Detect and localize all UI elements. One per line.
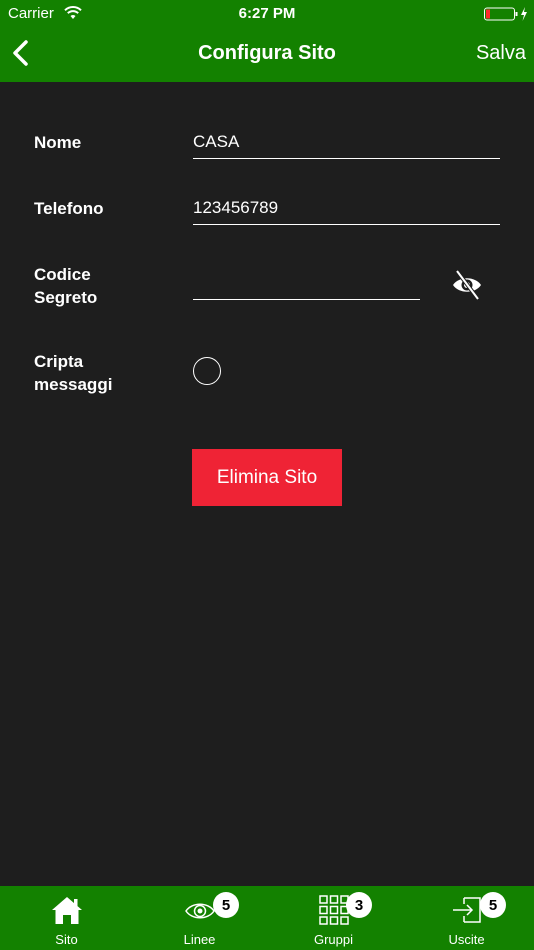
tab-label: Linee [183, 932, 216, 947]
home-icon [51, 897, 82, 924]
status-bar: Carrier 6:27 PM [0, 0, 534, 28]
secret-code-label-line1: Codice [34, 265, 91, 284]
name-label: Nome [34, 133, 82, 152]
grid-icon [318, 895, 349, 925]
exit-icon [452, 897, 481, 923]
clock: 6:27 PM [238, 5, 296, 22]
secret-code-label-line2: Segreto [34, 288, 98, 307]
tab-label: Gruppi [313, 932, 354, 947]
encrypt-messages-label: Cripta messaggi [34, 350, 112, 396]
tab-linee[interactable]: 5 Linee [133, 886, 266, 950]
battery-icon [484, 7, 527, 21]
tab-gruppi[interactable]: 3 Gruppi [267, 886, 400, 950]
save-button[interactable]: Salva [476, 42, 526, 65]
tab-label: Sito [55, 932, 78, 947]
encrypt-messages-label-line2: messaggi [34, 375, 113, 394]
eye-off-icon[interactable] [451, 268, 483, 302]
header: Carrier 6:27 PM Configura Sito Salva [0, 0, 534, 82]
tab-badge: 5 [213, 892, 239, 918]
phone-label: Telefono [34, 199, 104, 218]
tab-bar: Sito 5 Linee 3 Gruppi 5 Uscite [0, 886, 534, 950]
nav-bar: Configura Sito Salva [0, 28, 534, 82]
tab-badge: 3 [346, 892, 372, 918]
tab-badge: 5 [480, 892, 506, 918]
tab-uscite[interactable]: 5 Uscite [400, 886, 533, 950]
delete-site-button[interactable]: Elimina Sito [192, 449, 342, 506]
tab-label: Uscite [448, 932, 485, 947]
encrypt-messages-checkbox[interactable] [193, 357, 221, 385]
eye-icon [184, 903, 215, 919]
secret-code-field[interactable] [193, 270, 420, 300]
encrypt-messages-label-line1: Cripta [34, 352, 84, 371]
phone-field[interactable]: 123456789 [193, 195, 500, 225]
page-title: Configura Sito [198, 42, 336, 64]
name-field[interactable]: CASA [193, 129, 500, 159]
tab-sito[interactable]: Sito [0, 886, 133, 950]
secret-code-label: Codice Segreto [34, 263, 97, 309]
